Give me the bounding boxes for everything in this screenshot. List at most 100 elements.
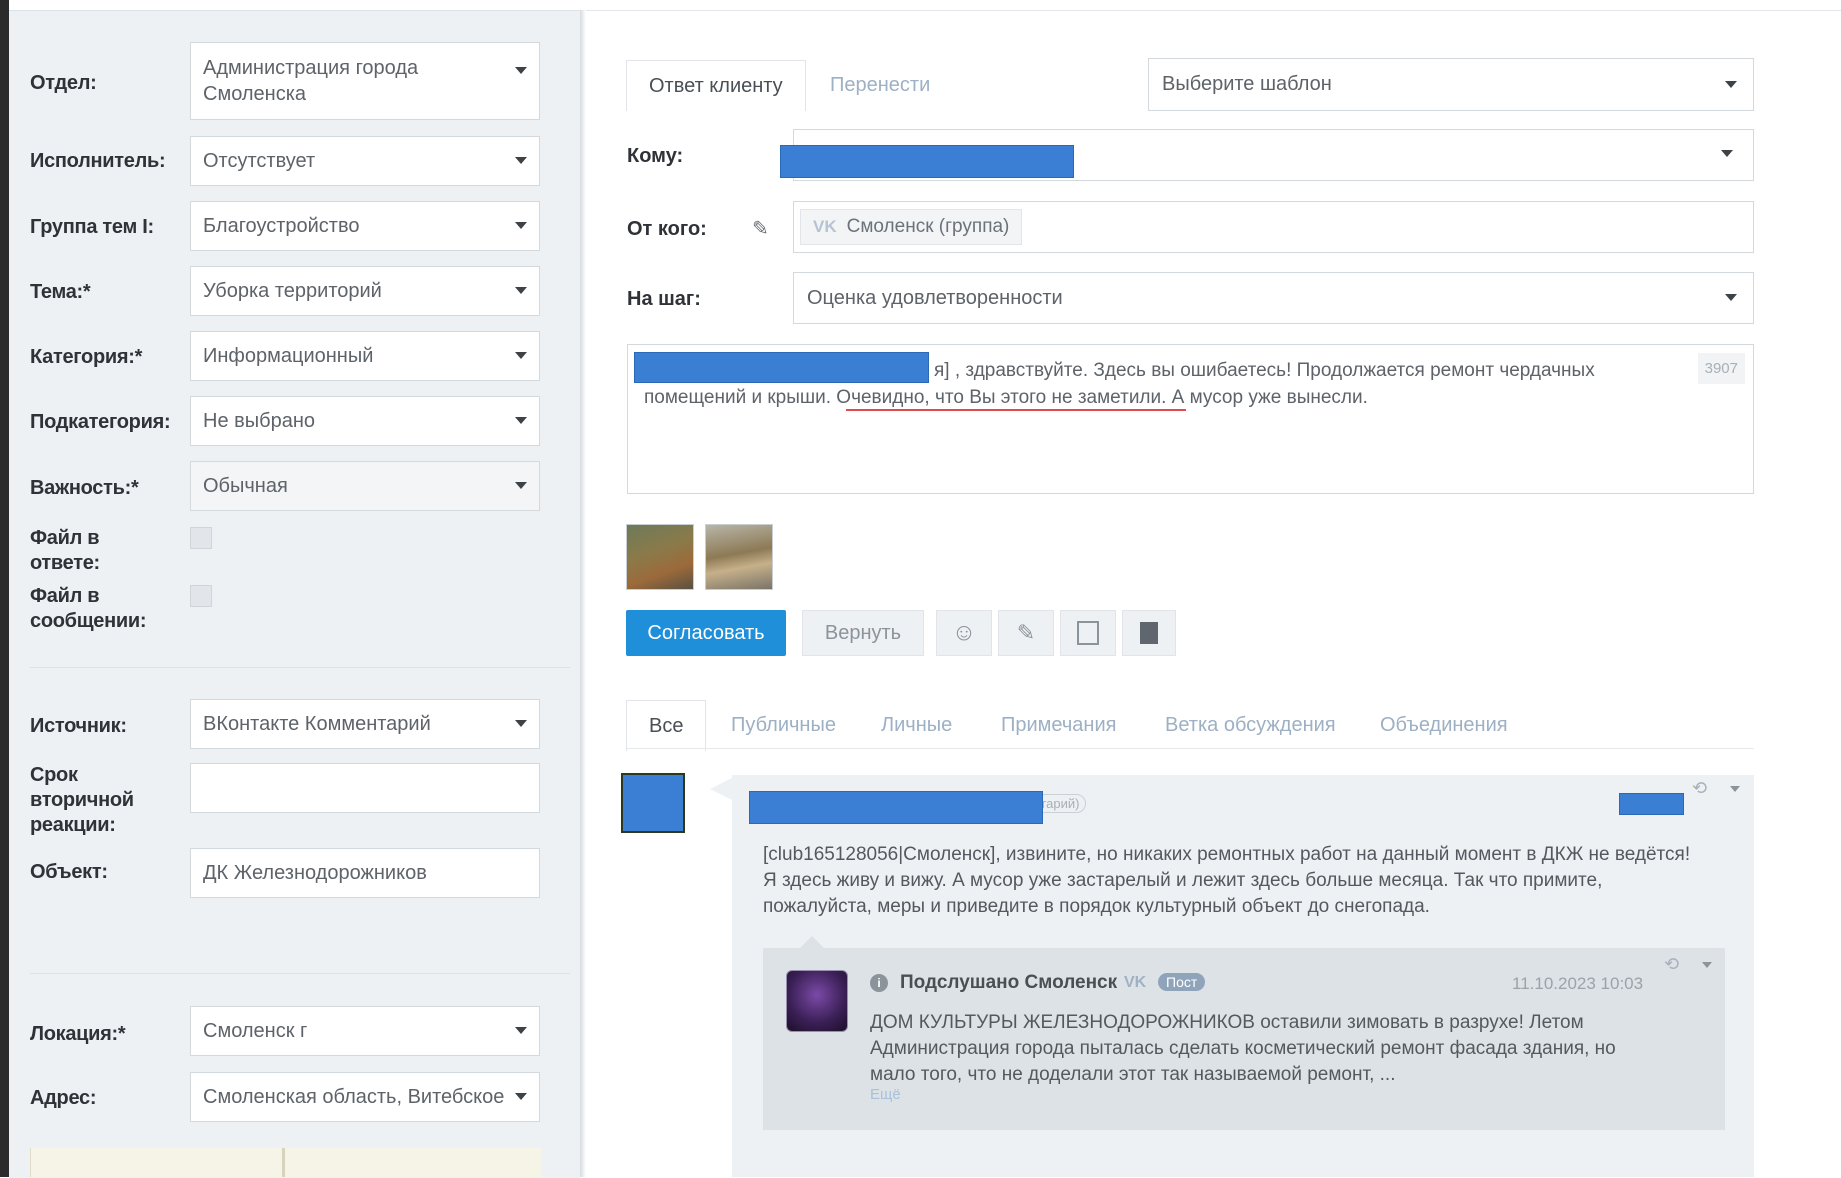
- chevron-down-icon: [515, 482, 527, 489]
- priority-select[interactable]: Обычная: [190, 461, 540, 511]
- executor-label: Исполнитель:: [30, 150, 166, 172]
- chevron-down-icon: [515, 720, 527, 727]
- paperclip-icon[interactable]: ✎: [998, 610, 1054, 656]
- feed-tab-merges[interactable]: Объединения: [1358, 700, 1530, 750]
- template-select[interactable]: Выберите шаблон: [1148, 58, 1754, 111]
- location-value: Смоленск г: [203, 1020, 308, 1042]
- section-divider: [30, 973, 570, 974]
- post-author[interactable]: Подслушано Смоленск: [900, 972, 1117, 994]
- step-label: На шаг:: [627, 288, 701, 310]
- to-label: Кому:: [627, 145, 684, 167]
- chevron-down-icon: [515, 67, 527, 74]
- topic-label: Тема:*: [30, 281, 91, 303]
- post-badge: Пост: [1158, 973, 1206, 991]
- info-icon: i: [870, 974, 888, 992]
- panel-divider: [580, 10, 586, 1177]
- chevron-down-icon: [515, 1027, 527, 1034]
- feed-divider: [627, 748, 1754, 749]
- location-label: Локация:*: [30, 1023, 126, 1045]
- priority-value: Обычная: [203, 475, 288, 497]
- file-in-message-checkbox[interactable]: [190, 585, 212, 607]
- redacted-recipient: [780, 145, 1074, 178]
- step-select[interactable]: Оценка удовлетворенности: [793, 272, 1754, 324]
- document-icon[interactable]: [1122, 610, 1176, 656]
- redacted-author: [749, 791, 1043, 824]
- executor-value: Отсутствует: [203, 150, 316, 172]
- sender-field[interactable]: VK Смоленск (группа): [793, 201, 1754, 253]
- attachment-thumbnail[interactable]: [705, 524, 773, 590]
- feed-tab-all[interactable]: Все: [626, 700, 707, 751]
- redacted-name: [634, 352, 929, 383]
- sender-chip: VK Смоленск (группа): [800, 209, 1023, 245]
- category-label: Категория:*: [30, 346, 143, 368]
- chevron-down-icon[interactable]: [1702, 962, 1712, 968]
- map-road: [282, 1148, 285, 1177]
- file-in-answer-checkbox[interactable]: [190, 527, 212, 549]
- feed-tab-thread[interactable]: Ветка обсуждения: [1143, 700, 1358, 750]
- address-value: Смоленская область, Витебское: [203, 1086, 505, 1108]
- section-divider: [30, 667, 570, 668]
- from-label: От кого:: [627, 218, 707, 240]
- chevron-down-icon: [515, 1093, 527, 1100]
- post-text: ДОМ КУЛЬТУРЫ ЖЕЛЕЗНОДОРОЖНИКОВ оставили …: [870, 1012, 1616, 1085]
- department-value: Администрация города Смоленска: [203, 57, 419, 105]
- subcategory-value: Не выбрано: [203, 410, 315, 432]
- tab-reply-to-client[interactable]: Ответ клиенту: [626, 60, 806, 111]
- chevron-down-icon: [515, 222, 527, 229]
- topic-value: Уборка территорий: [203, 280, 382, 302]
- category-value: Информационный: [203, 345, 374, 367]
- feed-tab-private[interactable]: Личные: [859, 700, 974, 750]
- category-select[interactable]: Информационный: [190, 331, 540, 381]
- reply-icon[interactable]: ⟲: [1664, 954, 1679, 975]
- department-select[interactable]: Администрация города Смоленска: [190, 42, 540, 120]
- source-label: Источник:: [30, 715, 127, 737]
- return-button[interactable]: Вернуть: [802, 610, 924, 656]
- top-border: [586, 10, 1841, 11]
- chevron-down-icon: [1725, 294, 1737, 301]
- redacted-date: [1619, 793, 1684, 815]
- subcategory-select[interactable]: Не выбрано: [190, 396, 540, 446]
- chevron-down-icon: [515, 157, 527, 164]
- avatar[interactable]: [621, 773, 685, 833]
- deadline-label: Срок вторичной реакции:: [30, 764, 134, 836]
- avatar[interactable]: [786, 970, 848, 1032]
- note-icon[interactable]: [1060, 610, 1116, 656]
- topic-group-select[interactable]: Благоустройство: [190, 201, 540, 251]
- post-date: 11.10.2023 10:03: [1512, 974, 1644, 993]
- char-counter: 3907: [1697, 353, 1745, 384]
- executor-select[interactable]: Отсутствует: [190, 136, 540, 186]
- chevron-down-icon: [1721, 150, 1733, 157]
- chevron-down-icon: [515, 417, 527, 424]
- reply-icon[interactable]: ⟲: [1692, 778, 1707, 799]
- comment-text: [club165128056|Смоленск], извините, но н…: [763, 844, 1691, 917]
- show-more-link[interactable]: Ещё: [870, 1086, 901, 1103]
- chevron-down-icon[interactable]: [1730, 786, 1740, 792]
- object-input[interactable]: ДК Железнодорожников: [190, 848, 540, 898]
- feed-tab-notes[interactable]: Примечания: [979, 700, 1138, 750]
- chevron-down-icon: [515, 287, 527, 294]
- approve-button[interactable]: Согласовать: [626, 610, 786, 656]
- chevron-down-icon: [1725, 80, 1737, 88]
- attachment-thumbnail[interactable]: [626, 524, 694, 590]
- note-shape: [1077, 621, 1099, 645]
- address-select[interactable]: Смоленская область, Витебское: [190, 1072, 540, 1122]
- map-preview[interactable]: [30, 1148, 541, 1177]
- file-in-answer-label: Файл в ответе:: [30, 527, 100, 574]
- document-shape: [1140, 622, 1158, 644]
- object-value: ДК Железнодорожников: [203, 862, 427, 884]
- deadline-input[interactable]: [190, 763, 540, 813]
- source-select[interactable]: ВКонтакте Комментарий: [190, 699, 540, 749]
- emoji-icon[interactable]: ☺: [936, 610, 992, 656]
- tab-transfer[interactable]: Перенести: [808, 60, 952, 110]
- topic-group-label: Группа тем I:: [30, 216, 154, 238]
- location-select[interactable]: Смоленск г: [190, 1006, 540, 1056]
- topic-group-value: Благоустройство: [203, 215, 360, 237]
- vk-icon: VK: [813, 217, 837, 236]
- pencil-icon[interactable]: ✎: [752, 216, 769, 241]
- address-label: Адрес:: [30, 1087, 97, 1109]
- quote-tail: [800, 936, 824, 948]
- spellcheck-underline: [846, 409, 1186, 411]
- topic-select[interactable]: Уборка территорий: [190, 266, 540, 316]
- feed-tab-public[interactable]: Публичные: [709, 700, 858, 750]
- priority-label: Важность:*: [30, 477, 139, 499]
